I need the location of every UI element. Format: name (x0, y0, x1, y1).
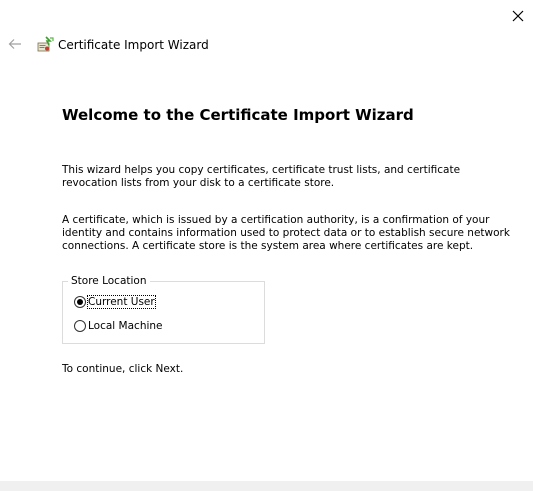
back-button[interactable] (4, 33, 26, 55)
store-location-group (62, 281, 265, 344)
local-machine-option[interactable]: Local Machine (74, 318, 163, 334)
current-user-option[interactable]: Current User (74, 294, 156, 310)
store-location-legend: Store Location (68, 275, 150, 288)
current-user-radio[interactable] (74, 296, 86, 308)
local-machine-label: Local Machine (88, 320, 163, 332)
certificate-wizard-icon (37, 36, 54, 52)
back-arrow-icon (8, 39, 21, 49)
close-button[interactable] (504, 2, 532, 30)
footer-bar (0, 481, 533, 491)
current-user-label: Current User (87, 295, 156, 309)
page-heading: Welcome to the Certificate Import Wizard (62, 106, 414, 124)
local-machine-radio[interactable] (74, 320, 86, 332)
continue-instruction: To continue, click Next. (62, 363, 184, 375)
certificate-description: A certificate, which is issued by a cert… (62, 214, 510, 252)
intro-paragraph: This wizard helps you copy certificates,… (62, 164, 461, 189)
close-icon (512, 10, 524, 22)
window-title: Certificate Import Wizard (58, 38, 209, 52)
